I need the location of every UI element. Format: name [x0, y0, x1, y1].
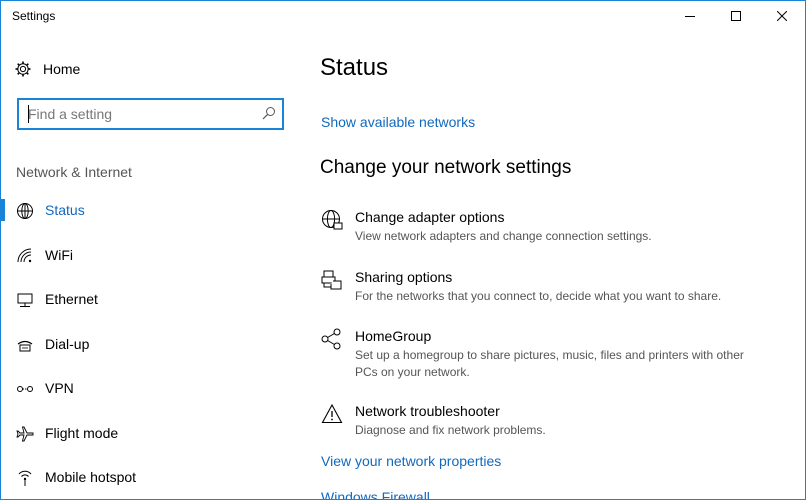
- vpn-icon: [17, 386, 33, 392]
- sidebar-item-label: VPN: [45, 380, 74, 396]
- globe-icon: [17, 203, 33, 219]
- sidebar-item-wifi[interactable]: WiFi: [1, 235, 301, 275]
- sidebar-item-dialup[interactable]: Dial-up: [1, 324, 301, 364]
- home-label: Home: [43, 61, 81, 77]
- sidebar-item-label: Status: [45, 202, 85, 218]
- maximize-button[interactable]: [713, 1, 759, 31]
- sharing-icon: [321, 270, 342, 290]
- minimize-button[interactable]: [667, 1, 713, 31]
- maximize-icon: [731, 11, 741, 21]
- sidebar-item-mobile-hotspot[interactable]: Mobile hotspot: [1, 457, 301, 497]
- dialup-icon: [17, 340, 33, 352]
- close-button[interactable]: [759, 1, 805, 31]
- search-placeholder: Find a setting: [28, 106, 113, 122]
- wifi-icon: [17, 248, 32, 263]
- option-description: View network adapters and change connect…: [355, 229, 652, 243]
- hotspot-icon: [18, 470, 32, 486]
- minimize-icon: [685, 16, 695, 17]
- sidebar-item-ethernet[interactable]: Ethernet: [1, 279, 301, 319]
- option-description: Set up a homegroup to share pictures, mu…: [355, 348, 744, 379]
- section-label: Network & Internet: [16, 164, 132, 180]
- sidebar-item-label: WiFi: [45, 247, 73, 263]
- sidebar-item-label: Ethernet: [45, 291, 98, 307]
- search-icon[interactable]: [262, 106, 276, 120]
- title-bar[interactable]: Settings: [1, 1, 805, 31]
- gear-icon: [15, 61, 31, 77]
- homegroup-icon: [321, 328, 341, 350]
- sidebar-item-status[interactable]: Status: [1, 190, 301, 230]
- sidebar-item-flight-mode[interactable]: Flight mode: [1, 413, 301, 453]
- window-title: Settings: [12, 9, 56, 23]
- adapter-icon: [322, 210, 343, 230]
- close-icon: [777, 11, 787, 21]
- page-title: Status: [320, 54, 389, 81]
- change-adapter-options-item[interactable]: Change adapter options View network adap…: [321, 209, 761, 247]
- home-nav-item[interactable]: Home: [15, 59, 80, 79]
- clipped-link-partial: ‾‾‾‾‾‾‾‾‾‾‾‾‾‾‾: [321, 83, 491, 89]
- warning-icon: [321, 403, 343, 424]
- option-title: Change adapter options: [355, 209, 505, 225]
- option-description: Diagnose and fix network problems.: [355, 423, 546, 437]
- option-description: For the networks that you connect to, de…: [355, 289, 722, 303]
- homegroup-item[interactable]: HomeGroup Set up a homegroup to share pi…: [321, 328, 761, 383]
- option-title: HomeGroup: [355, 328, 432, 344]
- option-title: Sharing options: [355, 269, 453, 285]
- sidebar-item-label: Mobile hotspot: [45, 469, 137, 485]
- sharing-options-item[interactable]: Sharing options For the networks that yo…: [321, 269, 761, 307]
- windows-firewall-link[interactable]: Windows Firewall: [321, 489, 430, 499]
- ethernet-icon: [17, 293, 33, 307]
- section-heading: Change your network settings: [320, 157, 572, 178]
- sidebar-item-vpn[interactable]: VPN: [1, 368, 301, 408]
- view-network-properties-link[interactable]: View your network properties: [321, 453, 501, 469]
- network-troubleshooter-item[interactable]: Network troubleshooter Diagnose and fix …: [321, 403, 761, 441]
- sidebar-item-label: Dial-up: [45, 336, 90, 352]
- search-input[interactable]: Find a setting: [17, 98, 284, 130]
- selection-indicator: [1, 199, 5, 221]
- main-content: Status ‾‾‾‾‾‾‾‾‾‾‾‾‾‾‾ Show available ne…: [301, 31, 805, 499]
- sidebar: Home Find a setting Network & Internet S…: [1, 31, 301, 499]
- settings-window: Settings Home Find a setting Network & I…: [0, 0, 806, 500]
- option-title: Network troubleshooter: [355, 403, 500, 419]
- sidebar-item-label: Flight mode: [45, 425, 119, 441]
- airplane-icon: [16, 426, 34, 442]
- show-available-networks-link[interactable]: Show available networks: [321, 114, 475, 130]
